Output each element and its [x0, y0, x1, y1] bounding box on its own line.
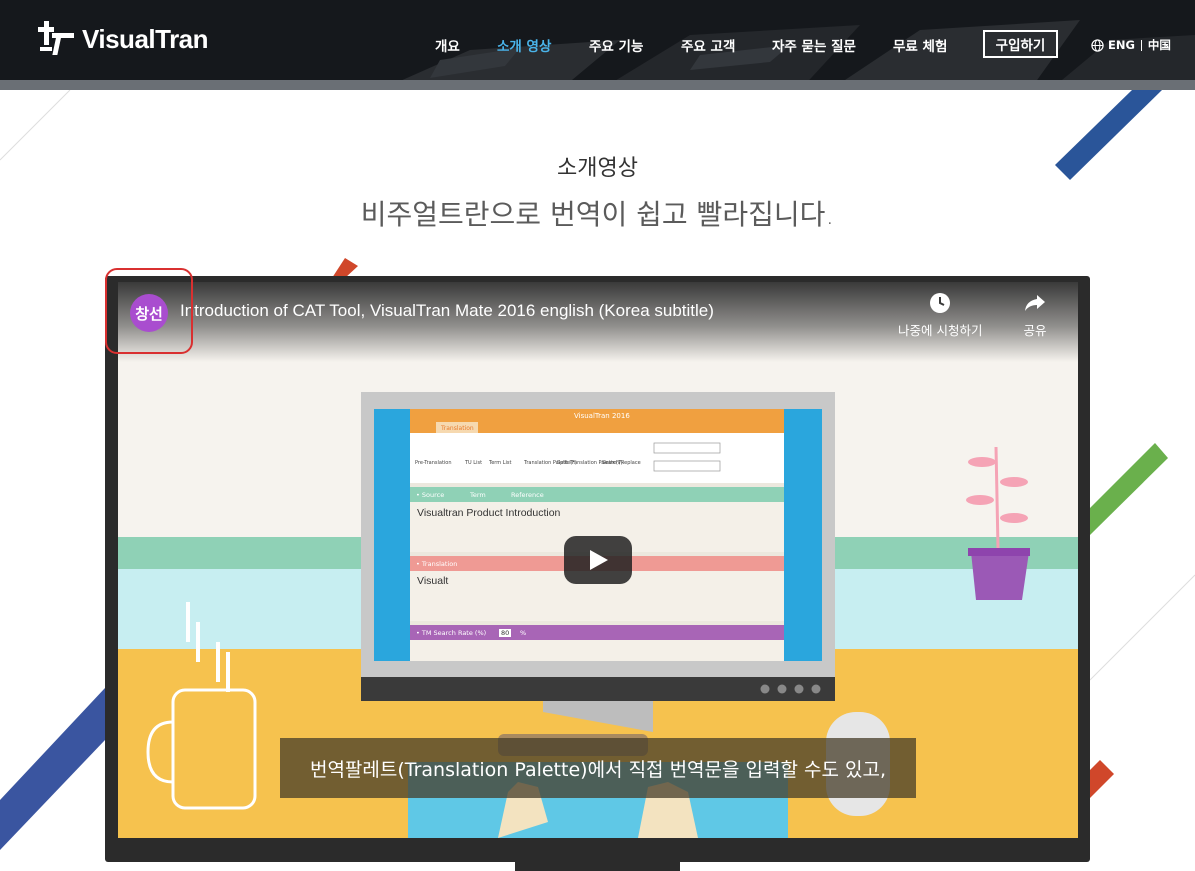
- app-source-text: Visualtran Product Introduction: [417, 507, 561, 519]
- watch-later-label: 나중에 시청하기: [898, 323, 983, 338]
- video-subtitle: 번역팔레트(Translation Palette)에서 직접 번역문을 입력할…: [280, 738, 916, 798]
- site-logo[interactable]: VisualTran: [36, 17, 209, 61]
- nav-item-overview[interactable]: 개요: [435, 35, 460, 55]
- red-stripe-right: [1090, 760, 1114, 798]
- app-source-label: • Source: [416, 491, 445, 499]
- nav-item-intro-video[interactable]: 소개 영상: [497, 35, 551, 55]
- share-icon: [1025, 295, 1045, 311]
- blue-stripe-left: [0, 688, 105, 850]
- nav-item-free-trial[interactable]: 무료 체험: [893, 35, 947, 55]
- channel-avatar[interactable]: 창선: [130, 294, 168, 332]
- app-tool-term-list: Term List: [489, 460, 512, 466]
- globe-icon: [1091, 38, 1104, 52]
- app-tm-label: • TM Search Rate (%): [416, 629, 487, 637]
- app-tool-search-replace: Search/Replace: [602, 460, 641, 466]
- app-tm-unit: %: [520, 629, 527, 637]
- play-icon: [590, 550, 608, 570]
- video-player[interactable]: VisualTran 2016 Translation Pre-Translat…: [118, 282, 1078, 838]
- app-translation-text: Visualt: [417, 575, 449, 587]
- app-tool-pretranslation: Pre-Translation: [415, 460, 452, 466]
- nav-item-customers[interactable]: 주요 고객: [681, 35, 735, 55]
- video-title[interactable]: Introduction of CAT Tool, VisualTran Mat…: [180, 301, 714, 321]
- section-title: 소개영상: [557, 156, 638, 181]
- app-window-title: VisualTran 2016: [574, 412, 630, 420]
- app-tool-tu-list: TU List: [465, 460, 483, 466]
- app-tab-translation: Translation: [441, 425, 474, 432]
- app-tm-value: 80: [499, 629, 512, 637]
- site-header: VisualTran 개요 소개 영상 주요 기능 주요 고객 자주 묻는 질문…: [0, 0, 1195, 90]
- lang-cn-link[interactable]: 中国: [1148, 37, 1171, 53]
- header-bottom-strip: [0, 80, 1195, 90]
- app-reference-label: Reference: [511, 491, 544, 499]
- nav-item-features[interactable]: 주요 기능: [589, 35, 643, 55]
- lang-eng-link[interactable]: ENG: [1108, 38, 1135, 52]
- monitor-stand: [515, 861, 680, 871]
- play-button[interactable]: [564, 536, 632, 584]
- watch-later-button[interactable]: 나중에 시청하기: [898, 292, 982, 339]
- lang-divider: [1140, 39, 1142, 51]
- share-label: 공유: [1023, 323, 1047, 338]
- app-translation-label: • Translation: [416, 560, 458, 568]
- section-subtitle: 비주얼트란으로 번역이 쉽고 빨라집니다.: [360, 198, 835, 231]
- green-stripe-right: [1090, 443, 1168, 535]
- red-stripe-top: [332, 258, 358, 278]
- logo-text: VisualTran: [82, 23, 209, 54]
- share-button[interactable]: 공유: [1023, 292, 1047, 339]
- language-selector: ENG 中国: [1091, 37, 1171, 53]
- clock-icon: [930, 293, 951, 313]
- app-term-label: Term: [470, 491, 486, 499]
- nav-item-faq[interactable]: 자주 묻는 질문: [772, 35, 856, 55]
- buy-button[interactable]: 구입하기: [983, 30, 1058, 58]
- visualtran-logo-icon: [38, 21, 74, 55]
